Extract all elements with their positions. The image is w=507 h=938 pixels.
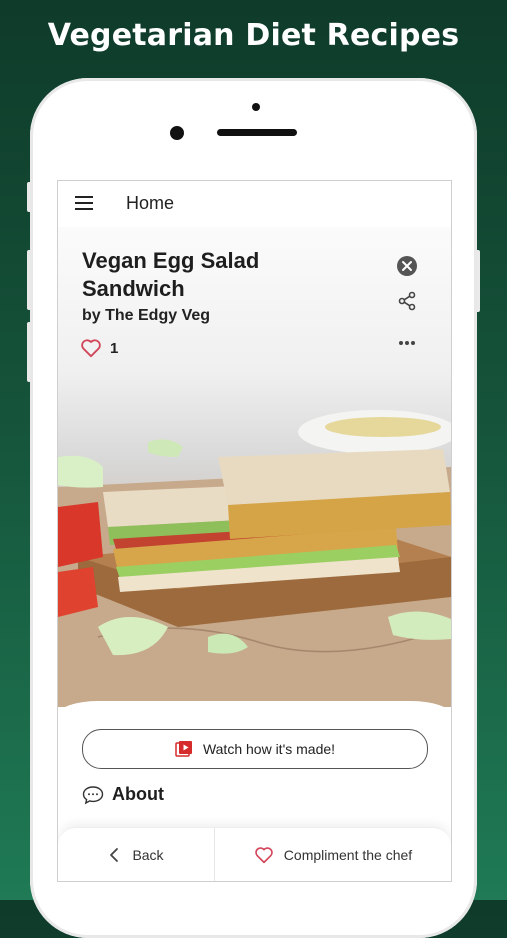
like-count: 1 xyxy=(110,339,119,357)
chevron-left-icon xyxy=(110,848,119,862)
about-section-header: About xyxy=(82,784,164,805)
heart-icon[interactable] xyxy=(80,338,102,358)
share-icon[interactable] xyxy=(397,291,417,316)
chat-bubble-icon xyxy=(82,785,104,804)
recipe-hero: Vegan Egg Salad Sandwich by The Edgy Veg… xyxy=(58,227,451,707)
about-title: About xyxy=(112,784,164,804)
app-bar: Home xyxy=(58,181,451,227)
phone-sensor xyxy=(252,103,260,111)
watch-video-label: Watch how it's made! xyxy=(202,741,336,757)
back-button[interactable]: Back xyxy=(58,828,214,881)
compliment-chef-button[interactable]: Compliment the chef xyxy=(215,828,451,881)
watch-video-button[interactable]: Watch how it's made! xyxy=(82,729,428,769)
app-screen: Home Vegan Egg Salad Sandwich by The Edg… xyxy=(57,180,452,882)
promo-banner-title: Vegetarian Diet Recipes xyxy=(47,18,460,53)
back-label: Back xyxy=(132,847,164,863)
recipe-title: Vegan Egg Salad Sandwich xyxy=(82,248,260,301)
more-icon[interactable] xyxy=(398,333,416,351)
compliment-label: Compliment the chef xyxy=(283,847,413,863)
phone-speaker xyxy=(217,129,297,136)
heart-icon xyxy=(255,847,273,864)
video-icon xyxy=(175,741,192,757)
menu-icon[interactable] xyxy=(75,196,93,210)
phone-camera xyxy=(170,126,184,140)
likes-row: 1 xyxy=(80,338,118,358)
close-icon[interactable] xyxy=(396,255,418,282)
app-bar-title: Home xyxy=(126,193,175,213)
recipe-author[interactable]: by The Edgy Veg xyxy=(82,307,210,325)
bottom-action-bar: Back Compliment the chef xyxy=(58,827,451,881)
